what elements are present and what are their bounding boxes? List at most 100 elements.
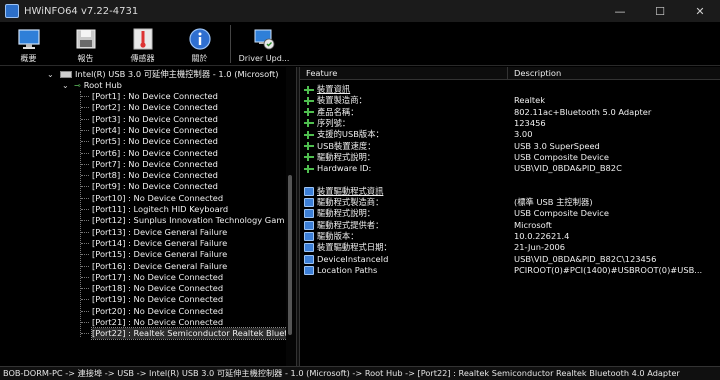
tree-item-port-label: [Port20] : No Device Connected bbox=[92, 305, 224, 316]
property-row[interactable] bbox=[300, 174, 720, 185]
property-row[interactable]: USB裝置速度： USB 3.0 SuperSpeed bbox=[300, 141, 720, 152]
toolbar: 概要 報告 傳感器 關於 Driver Upd... bbox=[0, 22, 720, 66]
tree-item-usb-controller[interactable]: Intel(R) USB 3.0 可延伸主機控制器 - 1.0 (Microso… bbox=[60, 69, 278, 80]
feature-column-header[interactable]: Feature bbox=[300, 67, 508, 80]
device-tree[interactable]: ⌄ Intel(R) USB 3.0 可延伸主機控制器 - 1.0 (Micro… bbox=[0, 67, 296, 366]
property-value: 123456 bbox=[514, 117, 546, 128]
tree-item-port[interactable]: [Port15] : Device General Failure bbox=[92, 249, 227, 260]
tree-item-port[interactable]: [Port8] : No Device Connected bbox=[92, 170, 218, 181]
property-feature-label: 驅動程式製造商： bbox=[317, 197, 384, 207]
property-row[interactable]: 產品名稱： 802.11ac+Bluetooth 5.0 Adapter bbox=[300, 107, 720, 118]
property-row[interactable]: Hardware ID: USB\VID_0BDA&PID_B82C bbox=[300, 163, 720, 174]
about-button-label: 關於 bbox=[191, 54, 208, 63]
tree-guide-branch bbox=[81, 288, 89, 290]
report-button-label: 報告 bbox=[77, 54, 94, 63]
floppy-save-icon bbox=[76, 29, 95, 49]
tree-guide-branch bbox=[81, 220, 89, 222]
tree-guide-branch bbox=[81, 129, 89, 131]
tree-item-port[interactable]: [Port6] : No Device Connected bbox=[92, 148, 218, 159]
property-feature-cell: 驅動程式說明： bbox=[304, 208, 375, 219]
driver-update-icon bbox=[254, 29, 275, 50]
tree-guide-branch bbox=[81, 310, 89, 312]
property-row[interactable]: 裝置驅動程式日期： 21-Jun-2006 bbox=[300, 242, 720, 253]
tree-item-port[interactable]: [Port19] : No Device Connected bbox=[92, 294, 223, 305]
tree-item-port[interactable]: [Port1] : No Device Connected bbox=[92, 91, 218, 102]
hwinfo-app-icon bbox=[5, 4, 19, 18]
sensors-button[interactable]: 傳感器 bbox=[114, 22, 171, 66]
tree-item-port-label: [Port7] : No Device Connected bbox=[92, 158, 218, 169]
tree-item-port[interactable]: [Port9] : No Device Connected bbox=[92, 181, 218, 192]
property-row[interactable]: 驅動程式製造商： (標準 USB 主控制器) bbox=[300, 197, 720, 208]
minimize-button[interactable]: — bbox=[600, 0, 640, 22]
usb-green-icon bbox=[304, 142, 314, 150]
tree-item-port[interactable]: [Port12] : Sunplus Innovation Technology… bbox=[92, 215, 284, 226]
tree-item-port-label: [Port14] : Device General Failure bbox=[92, 237, 228, 248]
tree-item-port-label: [Port17] : No Device Connected bbox=[92, 271, 224, 282]
tree-item-port[interactable]: [Port20] : No Device Connected bbox=[92, 306, 223, 317]
tree-item-port[interactable]: [Port7] : No Device Connected bbox=[92, 159, 218, 170]
tree-item-port[interactable]: [Port5] : No Device Connected bbox=[92, 136, 218, 147]
property-feature-cell: 驅動程式提供者： bbox=[304, 220, 383, 231]
property-row[interactable]: 序列號： 123456 bbox=[300, 118, 720, 129]
driver-blue-icon bbox=[304, 209, 314, 219]
description-column-header[interactable]: Description bbox=[508, 67, 720, 80]
tree-guide-branch bbox=[81, 197, 89, 199]
tree-item-port[interactable]: [Port18] : No Device Connected bbox=[92, 283, 223, 294]
usb-green-icon bbox=[304, 130, 314, 139]
property-value: USB\VID_0BDA&PID_B82C bbox=[514, 163, 622, 174]
driver-blue-icon bbox=[304, 220, 314, 230]
tree-item-port[interactable]: [Port3] : No Device Connected bbox=[92, 114, 218, 125]
property-feature-cell: Hardware ID: bbox=[304, 163, 371, 174]
tree-item-port-label: [Port12] : Sunplus Innovation Technology… bbox=[92, 215, 285, 226]
tree-guide-branch bbox=[81, 322, 89, 323]
usb-green-icon bbox=[304, 85, 314, 94]
tree-item-port[interactable]: [Port21] : No Device Connected bbox=[92, 317, 223, 328]
tree-item-port[interactable]: [Port4] : No Device Connected bbox=[92, 125, 218, 136]
tree-scrollbar-thumb[interactable] bbox=[288, 175, 292, 335]
tree-item-port-label: [Port6] : No Device Connected bbox=[92, 147, 218, 158]
tree-item-root-hub[interactable]: ⊸ Root Hub bbox=[74, 80, 122, 91]
property-feature-label: 支援的USB版本： bbox=[317, 129, 384, 140]
tree-item-port-label: [Port18] : No Device Connected bbox=[92, 283, 224, 294]
property-section-header[interactable]: 裝置驅動程式資訊 bbox=[300, 186, 720, 197]
property-feature-label: 產品名稱： bbox=[317, 106, 359, 117]
tree-guide-branch bbox=[81, 299, 89, 301]
tree-item-port[interactable]: [Port22] : Realtek Semiconductor Realtek… bbox=[91, 327, 294, 341]
tree-item-port[interactable]: [Port14] : Device General Failure bbox=[92, 238, 227, 249]
property-row[interactable]: 驅動程式說明： USB Composite Device bbox=[300, 208, 720, 219]
usb-green-icon bbox=[304, 108, 314, 117]
report-button[interactable]: 報告 bbox=[57, 22, 114, 66]
summary-button-label: 概要 bbox=[20, 54, 37, 63]
property-row[interactable]: 驅動程式說明： USB Composite Device bbox=[300, 152, 720, 163]
property-feature-cell: 驅動程式說明： bbox=[304, 152, 375, 163]
property-row[interactable]: 支援的USB版本： 3.00 bbox=[300, 129, 720, 140]
close-button[interactable]: ✕ bbox=[680, 0, 720, 22]
property-row[interactable]: DeviceInstanceId USB\VID_0BDA&PID_B82C\12… bbox=[300, 254, 720, 265]
collapse-controller-chevron-icon[interactable]: ⌄ bbox=[47, 69, 54, 80]
tree-item-port[interactable]: [Port2] : No Device Connected bbox=[92, 102, 218, 113]
property-row[interactable]: 裝置製造商： Realtek bbox=[300, 95, 720, 106]
tree-item-port-label: [Port3] : No Device Connected bbox=[92, 113, 218, 124]
tree-item-port[interactable]: [Port17] : No Device Connected bbox=[92, 272, 223, 283]
property-row[interactable]: 驅動程式提供者： Microsoft bbox=[300, 220, 720, 231]
usb-green-icon bbox=[304, 119, 314, 128]
property-row[interactable]: 驅動版本： 10.0.22621.4 bbox=[300, 231, 720, 242]
property-section-header[interactable]: 裝置資訊 bbox=[300, 84, 720, 95]
tree-item-port[interactable]: [Port13] : Device General Failure bbox=[92, 227, 227, 238]
tree-item-port[interactable]: [Port10] : No Device Connected bbox=[92, 193, 223, 204]
window-title: HWiNFO64 v7.22-4731 bbox=[24, 5, 139, 17]
property-feature-label: 裝置驅動程式資訊 bbox=[317, 185, 384, 196]
tree-item-port-label: [Port22] : Realtek Semiconductor Realtek… bbox=[92, 328, 293, 339]
tree-item-port[interactable]: [Port16] : Device General Failure bbox=[92, 261, 227, 272]
collapse-hub-chevron-icon[interactable]: ⌄ bbox=[62, 80, 69, 91]
maximize-button[interactable]: ☐ bbox=[640, 0, 680, 22]
about-button[interactable]: 關於 bbox=[171, 22, 228, 66]
summary-button[interactable]: 概要 bbox=[0, 22, 57, 66]
tree-item-port-label: [Port2] : No Device Connected bbox=[92, 102, 218, 113]
property-value: PCIROOT(0)#PCI(1400)#USBROOT(0)#USB... bbox=[514, 264, 703, 275]
driver-update-button[interactable]: Driver Upd... bbox=[233, 22, 295, 66]
tree-guide-branch bbox=[81, 118, 89, 120]
tree-item-port[interactable]: [Port11] : Logitech HID Keyboard bbox=[92, 204, 228, 215]
property-value: (標準 USB 主控制器) bbox=[514, 197, 593, 207]
property-row[interactable]: Location Paths PCIROOT(0)#PCI(1400)#USBRO… bbox=[300, 265, 720, 276]
